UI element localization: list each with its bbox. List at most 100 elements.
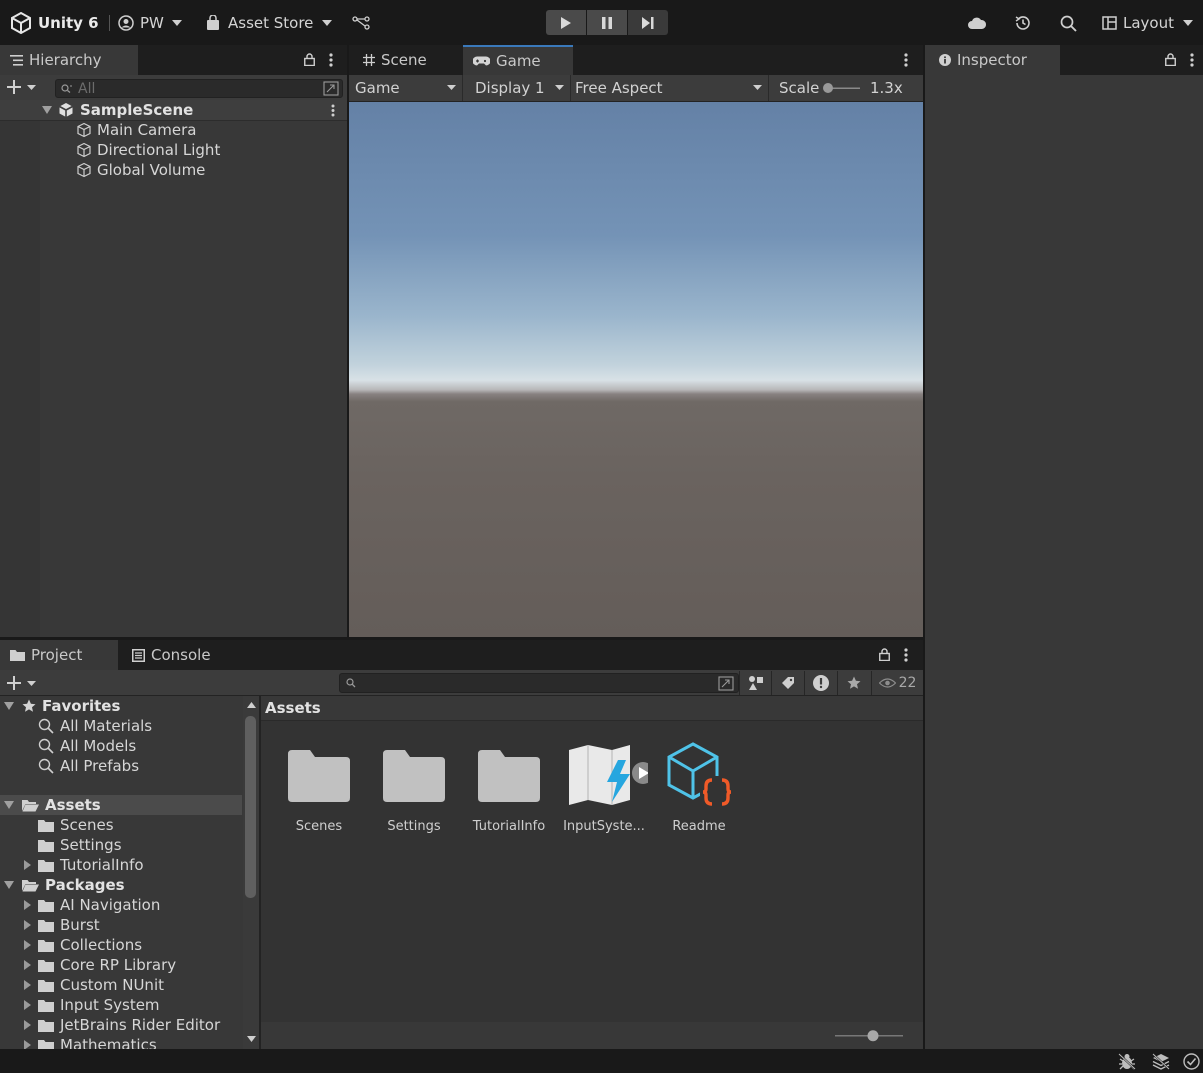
panel-divider[interactable] bbox=[347, 45, 349, 637]
collapsed-arrow-icon[interactable] bbox=[22, 1040, 32, 1049]
folder-icon bbox=[38, 859, 54, 872]
more-options-icon[interactable] bbox=[331, 104, 335, 117]
collapsed-arrow-icon[interactable] bbox=[22, 920, 32, 930]
tree-item-favorite[interactable]: All Models bbox=[38, 736, 136, 756]
create-dropdown[interactable] bbox=[7, 80, 36, 94]
more-options-icon[interactable] bbox=[329, 53, 333, 67]
layers-icon[interactable] bbox=[1152, 1053, 1170, 1070]
expand-arrow-icon[interactable] bbox=[4, 801, 14, 809]
collapsed-arrow-icon[interactable] bbox=[22, 900, 32, 910]
tree-item-package[interactable]: JetBrains Rider Editor bbox=[22, 1015, 220, 1035]
tree-item-folder[interactable]: Scenes bbox=[38, 815, 114, 835]
collapsed-arrow-icon[interactable] bbox=[22, 1020, 32, 1030]
step-button[interactable] bbox=[628, 10, 668, 35]
debug-bug-icon[interactable] bbox=[1118, 1053, 1136, 1070]
tree-item-favorite[interactable]: All Materials bbox=[38, 716, 152, 736]
filter-by-label-button[interactable] bbox=[771, 671, 803, 695]
filter-by-type-button[interactable] bbox=[739, 671, 771, 695]
lock-icon[interactable] bbox=[1165, 53, 1176, 66]
tab-inspector[interactable]: Inspector bbox=[925, 45, 1060, 75]
search-by-type-icon[interactable] bbox=[323, 81, 339, 96]
scale-slider[interactable] bbox=[822, 82, 862, 94]
search-button[interactable] bbox=[1060, 11, 1077, 35]
tree-item-favorite[interactable]: All Prefabs bbox=[38, 756, 139, 776]
collapsed-arrow-icon[interactable] bbox=[22, 940, 32, 950]
filter-by-issue-button[interactable] bbox=[804, 671, 836, 695]
scroll-up-arrow-icon[interactable] bbox=[247, 702, 256, 708]
game-viewport[interactable] bbox=[349, 102, 923, 637]
asset-item[interactable]: Scenes bbox=[274, 738, 364, 838]
play-button[interactable] bbox=[546, 10, 586, 35]
scroll-down-arrow-icon[interactable] bbox=[247, 1036, 256, 1042]
aspect-dropdown[interactable]: Free Aspect bbox=[571, 75, 769, 101]
lock-icon[interactable] bbox=[304, 53, 315, 66]
tree-item-folder[interactable]: Settings bbox=[38, 835, 122, 855]
account-dropdown[interactable]: PW bbox=[118, 11, 182, 35]
search-icon bbox=[38, 758, 54, 774]
asset-store-dropdown[interactable]: Asset Store bbox=[206, 11, 333, 35]
more-options-icon[interactable] bbox=[904, 53, 908, 67]
hierarchy-item[interactable]: Directional Light bbox=[0, 140, 347, 160]
folder-open-icon bbox=[22, 799, 39, 812]
pause-button[interactable] bbox=[587, 10, 627, 35]
scale-value: 1.3x bbox=[870, 79, 903, 97]
view-mode-dropdown[interactable]: Game bbox=[349, 75, 463, 101]
tree-item-package[interactable]: Core RP Library bbox=[22, 955, 176, 975]
tab-hierarchy[interactable]: Hierarchy bbox=[0, 45, 138, 75]
tree-item-package[interactable]: Burst bbox=[22, 915, 100, 935]
chevron-down-icon bbox=[171, 20, 182, 26]
more-options-icon[interactable] bbox=[1190, 53, 1194, 67]
tree-item-package[interactable]: AI Navigation bbox=[22, 895, 160, 915]
cloud-button[interactable] bbox=[967, 11, 987, 35]
expand-arrow-icon[interactable] bbox=[4, 881, 14, 889]
breadcrumb-item[interactable]: Assets bbox=[265, 699, 321, 717]
tab-project-label: Project bbox=[31, 646, 83, 664]
search-by-type-icon[interactable] bbox=[718, 676, 734, 691]
tree-item-assets[interactable]: Assets bbox=[0, 795, 242, 815]
tree-item-package[interactable]: Custom NUnit bbox=[22, 975, 164, 995]
tree-item-package[interactable]: Input System bbox=[22, 995, 160, 1015]
lock-icon[interactable] bbox=[879, 648, 890, 661]
project-folder-tree: Favorites All Materials All Models All P… bbox=[0, 696, 259, 1049]
display-dropdown[interactable]: Display 1 bbox=[463, 75, 571, 101]
collapsed-arrow-icon[interactable] bbox=[22, 960, 32, 970]
collapsed-arrow-icon[interactable] bbox=[22, 980, 32, 990]
hierarchy-item[interactable]: Global Volume bbox=[0, 160, 347, 180]
expand-arrow-icon[interactable] bbox=[42, 106, 52, 114]
unity-menu[interactable]: Unity 6 bbox=[10, 11, 110, 35]
asset-item[interactable]: InputSyste... bbox=[559, 738, 649, 838]
tree-item-package[interactable]: Mathematics bbox=[22, 1035, 157, 1049]
project-search-input[interactable] bbox=[339, 673, 739, 693]
create-dropdown[interactable] bbox=[7, 676, 36, 690]
hierarchy-search-input[interactable]: All bbox=[55, 79, 343, 98]
expand-arrow-icon[interactable] bbox=[4, 702, 14, 710]
asset-item[interactable]: TutorialInfo bbox=[464, 738, 554, 838]
asset-item[interactable]: Readme bbox=[654, 738, 744, 838]
collapsed-arrow-icon[interactable] bbox=[22, 860, 32, 870]
search-icon bbox=[61, 84, 72, 93]
hierarchy-item[interactable]: Main Camera bbox=[0, 120, 347, 140]
tree-item-packages[interactable]: Packages bbox=[4, 875, 125, 895]
layout-dropdown[interactable]: Layout bbox=[1102, 11, 1193, 35]
hidden-packages-toggle[interactable]: 22 bbox=[871, 671, 923, 695]
scene-row[interactable]: SampleScene bbox=[0, 100, 347, 121]
tab-game[interactable]: Game bbox=[463, 45, 573, 75]
icon-size-slider[interactable] bbox=[833, 1029, 905, 1043]
tree-item-folder[interactable]: TutorialInfo bbox=[22, 855, 144, 875]
tab-project[interactable]: Project bbox=[0, 640, 118, 670]
tree-scrollbar[interactable] bbox=[243, 696, 259, 1049]
tab-console[interactable]: Console bbox=[122, 640, 232, 670]
collapsed-arrow-icon[interactable] bbox=[22, 1000, 32, 1010]
favorite-button[interactable] bbox=[837, 671, 869, 695]
more-options-icon[interactable] bbox=[904, 648, 908, 662]
checkmark-circle-icon[interactable] bbox=[1183, 1053, 1200, 1070]
tag-icon bbox=[781, 676, 795, 690]
tree-item-favorites[interactable]: Favorites bbox=[4, 696, 120, 716]
scroll-thumb[interactable] bbox=[245, 716, 256, 898]
tab-scene[interactable]: Scene bbox=[349, 45, 463, 75]
asset-item[interactable]: Settings bbox=[369, 738, 459, 838]
tree-item-package[interactable]: Collections bbox=[22, 935, 142, 955]
history-button[interactable] bbox=[1014, 11, 1032, 35]
version-control-button[interactable] bbox=[352, 11, 370, 35]
folder-open-icon bbox=[22, 879, 39, 892]
